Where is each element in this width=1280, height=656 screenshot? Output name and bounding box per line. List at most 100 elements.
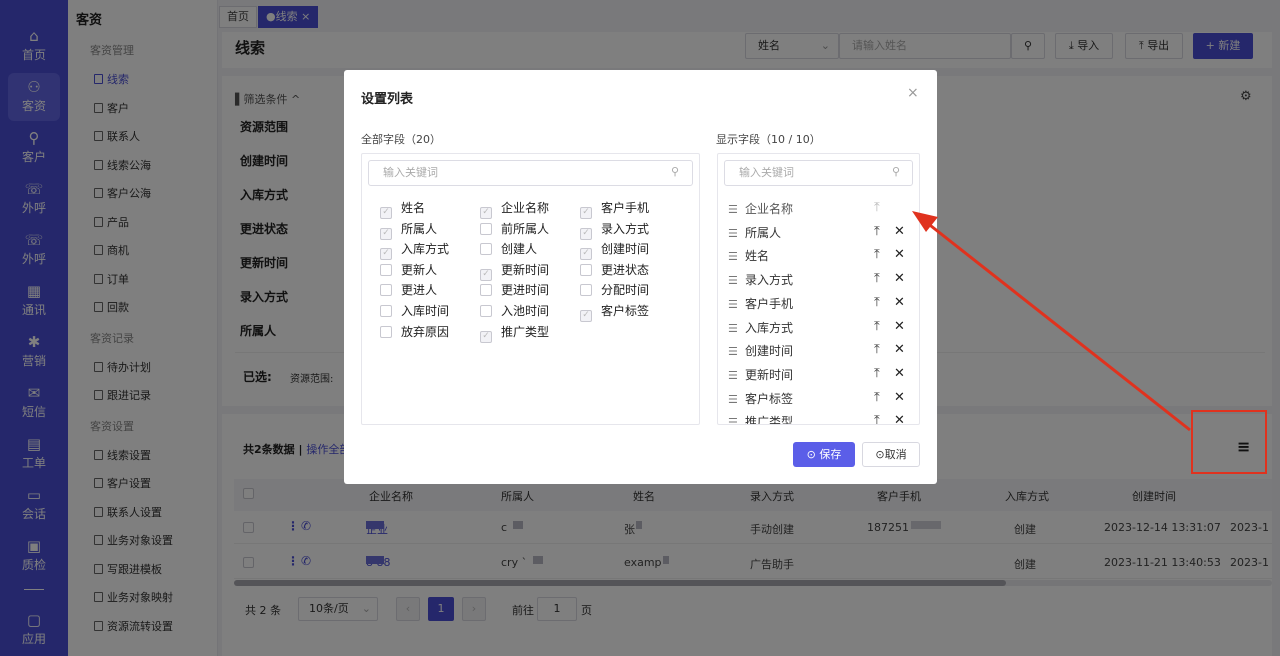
field-label: 更新人	[401, 262, 438, 277]
shown-field-label: 客户标签	[745, 391, 794, 406]
field-option[interactable]: 更进人	[380, 281, 437, 298]
field-label: 入池时间	[501, 304, 550, 318]
drag-handle-icon[interactable]: ☰	[728, 345, 741, 358]
move-to-top-icon[interactable]: ⤒	[874, 390, 880, 405]
field-option[interactable]: ✓ 创建时间	[580, 240, 649, 261]
field-checkbox[interactable]: ✓	[580, 248, 592, 261]
field-option[interactable]: 更进状态	[580, 261, 649, 278]
field-label: 入库方式	[401, 242, 450, 257]
field-checkbox[interactable]: ✓	[580, 207, 592, 219]
field-option[interactable]: 入池时间	[480, 302, 549, 319]
shown-field-item[interactable]: ☰ 录入方式 ⤒ ✕	[728, 271, 908, 288]
field-checkbox[interactable]	[480, 222, 492, 235]
all-fields-label: 全部字段（20）	[361, 133, 441, 146]
save-button[interactable]: ⊙ 保存	[793, 442, 855, 467]
field-checkbox[interactable]	[480, 243, 492, 256]
field-option[interactable]: ✓ 客户手机	[580, 199, 649, 219]
shown-field-label: 所属人	[745, 225, 782, 240]
field-checkbox[interactable]	[580, 263, 592, 276]
move-to-top-icon[interactable]: ⤒	[874, 271, 880, 286]
field-checkbox[interactable]	[380, 284, 392, 297]
all-fields-panel: 输入关键词 ⚲ ✓ 姓名 ✓ 企业名称 ✓ 客户手机 ✓ 所属人 前所属人 ✓ 录入方式 ✓ 入库方式 创…	[361, 153, 700, 425]
field-option[interactable]: ✓ 入库方式	[380, 240, 450, 261]
field-option[interactable]: 创建人	[480, 240, 537, 257]
field-checkbox[interactable]: ✓	[380, 248, 392, 261]
field-option[interactable]: ✓ 姓名	[380, 199, 425, 219]
move-to-top-icon[interactable]: ⤒	[874, 366, 880, 381]
drag-handle-icon[interactable]: ☰	[728, 322, 741, 335]
shown-field-item[interactable]: ☰ 客户标签 ⤒ ✕	[728, 390, 908, 407]
shown-field-item[interactable]: ☰ 创建时间 ⤒ ✕	[728, 342, 908, 359]
field-option[interactable]: ✓ 推广类型	[480, 323, 549, 343]
field-checkbox[interactable]: ✓	[480, 330, 492, 343]
shown-field-item[interactable]: ☰ 客户手机 ⤒ ✕	[728, 295, 908, 312]
field-label: 所属人	[401, 221, 438, 236]
shown-fields-label: 显示字段（10 / 10）	[716, 133, 821, 146]
move-to-top-icon[interactable]: ⤒	[874, 342, 880, 357]
dialog-title: 设置列表	[361, 92, 414, 107]
cancel-button[interactable]: ⊙取消	[862, 442, 920, 467]
move-to-top-icon[interactable]: ⤒	[874, 319, 880, 334]
drag-handle-icon[interactable]: ☰	[728, 250, 741, 263]
field-checkbox[interactable]	[480, 284, 492, 297]
move-to-top-icon[interactable]: ⤒	[874, 200, 880, 215]
field-label: 推广类型	[501, 324, 550, 339]
field-checkbox[interactable]	[380, 263, 392, 276]
move-to-top-icon[interactable]: ⤒	[874, 224, 880, 239]
drag-handle-icon[interactable]: ☰	[728, 274, 741, 287]
field-checkbox[interactable]: ✓	[380, 207, 392, 219]
drag-handle-icon[interactable]: ☰	[728, 203, 741, 216]
field-checkbox[interactable]	[580, 284, 592, 297]
field-label: 更进状态	[601, 262, 650, 277]
field-label: 姓名	[401, 201, 426, 215]
field-option[interactable]: ✓ 客户标签	[580, 302, 649, 322]
shown-field-item[interactable]: ☰ 入库方式 ⤒ ✕	[728, 319, 908, 336]
field-option[interactable]: 分配时间	[580, 281, 649, 298]
annotation-highlight-box	[1191, 410, 1267, 474]
field-option[interactable]: ✓ 企业名称	[480, 199, 549, 219]
all-fields-search-input[interactable]: 输入关键词	[368, 160, 693, 186]
drag-handle-icon[interactable]: ☰	[728, 298, 741, 311]
field-checkbox[interactable]: ✓	[580, 310, 592, 322]
shown-field-item[interactable]: ☰ 推广类型 ⤒ ✕	[728, 413, 908, 425]
move-to-top-icon[interactable]: ⤒	[874, 413, 880, 424]
drag-handle-icon[interactable]: ☰	[728, 227, 741, 240]
cancel-circle-icon: ⊙	[875, 448, 885, 461]
move-to-top-icon[interactable]: ⤒	[874, 247, 880, 262]
annotation-arrow	[912, 211, 1191, 432]
drag-handle-icon[interactable]: ☰	[728, 416, 741, 424]
shown-field-label: 推广类型	[745, 415, 794, 425]
shown-field-label: 录入方式	[745, 273, 794, 288]
field-option[interactable]: ✓ 更新时间	[480, 261, 549, 281]
field-option[interactable]: ✓ 所属人	[380, 220, 437, 240]
field-option[interactable]: 放弃原因	[380, 323, 449, 340]
shown-fields-search-input[interactable]: 输入关键词	[724, 160, 913, 186]
field-option[interactable]: 更进时间	[480, 281, 549, 298]
drag-handle-icon[interactable]: ☰	[728, 393, 741, 406]
close-icon[interactable]: ×	[907, 85, 919, 101]
field-option[interactable]: 前所属人	[480, 220, 549, 237]
shown-field-item[interactable]: ☰ 企业名称 ⤒	[728, 200, 908, 217]
shown-field-label: 企业名称	[745, 202, 794, 216]
field-checkbox[interactable]	[380, 305, 392, 317]
shown-field-item[interactable]: ☰ 更新时间 ⤒ ✕	[728, 366, 908, 383]
field-label: 客户标签	[601, 304, 650, 318]
field-checkbox[interactable]: ✓	[480, 207, 492, 219]
shown-field-item[interactable]: ☰ 所属人 ⤒ ✕	[728, 224, 908, 241]
field-option[interactable]: 更新人	[380, 261, 437, 278]
move-to-top-icon[interactable]: ⤒	[874, 295, 880, 310]
field-option[interactable]: ✓ 录入方式	[580, 220, 649, 240]
field-label: 客户手机	[601, 201, 650, 215]
drag-handle-icon[interactable]: ☰	[728, 369, 741, 382]
field-label: 企业名称	[501, 201, 550, 215]
field-checkbox[interactable]: ✓	[480, 268, 492, 281]
field-option[interactable]: 入库时间	[380, 302, 449, 319]
shown-field-label: 入库方式	[745, 320, 794, 335]
search-icon: ⚲	[892, 165, 901, 178]
field-checkbox[interactable]: ✓	[380, 227, 392, 240]
column-settings-dialog: 设置列表 × 全部字段（20） 显示字段（10 / 10） 输入关键词 ⚲ ✓ 姓…	[344, 70, 937, 484]
field-checkbox[interactable]	[480, 305, 492, 317]
field-checkbox[interactable]	[380, 325, 392, 338]
shown-field-item[interactable]: ☰ 姓名 ⤒ ✕	[728, 247, 908, 264]
field-checkbox[interactable]: ✓	[580, 227, 592, 240]
